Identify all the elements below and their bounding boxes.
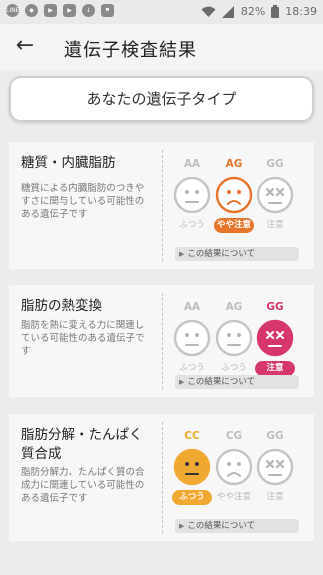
divider — [162, 293, 163, 389]
genotype-status: 注意 — [266, 220, 284, 230]
genotype-aa: AA ふつう — [172, 300, 212, 376]
genotype-label: AG — [225, 301, 243, 313]
shield-app-icon: ◆ — [25, 4, 38, 17]
card-description: 糖質による内臓脂肪のつきやすさに関与している可能性のある遺伝子です — [21, 183, 145, 220]
genotype-status: ふつう — [179, 363, 205, 373]
dizzy-face-icon — [256, 176, 294, 214]
genotype-cg: CG やや注意 — [214, 429, 254, 505]
about-result-label: この結果について — [187, 377, 256, 387]
genotype-status: やや注意 — [216, 492, 251, 502]
gene-type-button[interactable]: あなたの遺伝子タイプ — [9, 76, 314, 122]
frown-face-icon — [215, 176, 253, 214]
genotype-status: ふつう — [172, 490, 212, 505]
page-title: 遺伝子検査結果 — [64, 40, 197, 61]
card-description: 脂肪を熱に変える力に関連している可能性のある遺伝子です — [21, 320, 145, 357]
genotype-label: AA — [183, 301, 201, 313]
clock: 18:39 — [285, 5, 317, 18]
result-card: 糖質・内臓脂肪 糖質による内臓脂肪のつきやすさに関与している可能性のある遺伝子で… — [9, 142, 314, 269]
genotype-gg: GG 注意 — [255, 429, 295, 505]
divider — [162, 422, 163, 533]
divider — [162, 150, 163, 261]
genotype-cc: CC ふつう — [172, 429, 212, 505]
card-info: 脂肪分解・たんぱく質合成 脂肪分解力、たんぱく質の合成力に関連している可能性のあ… — [9, 414, 161, 541]
genotype-status: 注意 — [255, 361, 295, 376]
status-bar: LINE ◆ ▶ ▶ ↓ ⚑ 82% 18:39 — [0, 0, 323, 24]
genotype-label: AG — [225, 158, 243, 170]
neutral-face-icon — [215, 319, 253, 357]
genotype-label: CC — [184, 430, 200, 442]
battery-icon — [271, 5, 280, 18]
genotype-status: ふつう — [179, 220, 205, 230]
about-result-link[interactable]: ▶ この結果について — [175, 375, 299, 389]
notification-icons: LINE ◆ ▶ ▶ ↓ ⚑ — [6, 4, 114, 17]
genotype-status: 注意 — [266, 492, 284, 502]
card-title: 脂肪分解・たんぱく質合成 — [21, 427, 143, 462]
battery-percent: 82% — [240, 5, 266, 18]
triangle-right-icon: ▶ — [179, 250, 185, 258]
dizzy-face-icon — [256, 319, 294, 357]
about-result-link[interactable]: ▶ この結果について — [175, 519, 299, 533]
video-app-icon: ▶ — [44, 4, 57, 17]
genotype-label: GG — [266, 158, 284, 170]
genotype-status: やや注意 — [214, 218, 254, 233]
neutral-face-icon — [173, 176, 211, 214]
genotype-ag: AG ふつう — [214, 300, 254, 376]
neutral-face-icon — [173, 448, 211, 486]
genotype-ag: AG やや注意 — [214, 157, 254, 233]
genotype-gg: GG 注意 — [255, 157, 295, 233]
flag-app-icon: ⚑ — [101, 4, 114, 17]
frown-face-icon — [215, 448, 253, 486]
youtube-app-icon: ▶ — [63, 4, 76, 17]
line-app-icon: LINE — [6, 4, 19, 17]
card-info: 糖質・内臓脂肪 糖質による内臓脂肪のつきやすさに関与している可能性のある遺伝子で… — [9, 142, 161, 269]
genotype-label: AA — [183, 158, 201, 170]
about-result-link[interactable]: ▶ この結果について — [175, 247, 299, 261]
signal-icon — [221, 5, 234, 18]
card-title: 脂肪の熱変換 — [21, 298, 102, 314]
genotype-gg: GG 注意 — [255, 300, 295, 376]
card-info: 脂肪の熱変換 脂肪を熱に変える力に関連している可能性のある遺伝子です — [9, 285, 161, 397]
genotype-label: GG — [266, 301, 284, 313]
wifi-icon — [201, 6, 216, 17]
card-description: 脂肪分解力、たんぱく質の合成力に関連している可能性のある遺伝子です — [21, 467, 145, 504]
genotype-label: CG — [225, 430, 243, 442]
app-bar: ← 遺伝子検査結果 — [0, 24, 323, 70]
download-icon: ↓ — [82, 4, 95, 17]
result-card: 脂肪の熱変換 脂肪を熱に変える力に関連している可能性のある遺伝子です AA ふつ… — [9, 285, 314, 397]
back-arrow-icon[interactable]: ← — [12, 34, 38, 60]
result-card: 脂肪分解・たんぱく質合成 脂肪分解力、たんぱく質の合成力に関連している可能性のあ… — [9, 414, 314, 541]
genotype-status: ふつう — [221, 363, 247, 373]
triangle-right-icon: ▶ — [179, 378, 185, 386]
about-result-label: この結果について — [187, 249, 256, 259]
genotype-label: GG — [266, 430, 284, 442]
genotype-aa: AA ふつう — [172, 157, 212, 233]
dizzy-face-icon — [256, 448, 294, 486]
neutral-face-icon — [173, 319, 211, 357]
system-indicators: 82% 18:39 — [201, 5, 317, 18]
triangle-right-icon: ▶ — [179, 522, 185, 530]
card-title: 糖質・内臓脂肪 — [21, 155, 116, 171]
about-result-label: この結果について — [187, 521, 256, 531]
